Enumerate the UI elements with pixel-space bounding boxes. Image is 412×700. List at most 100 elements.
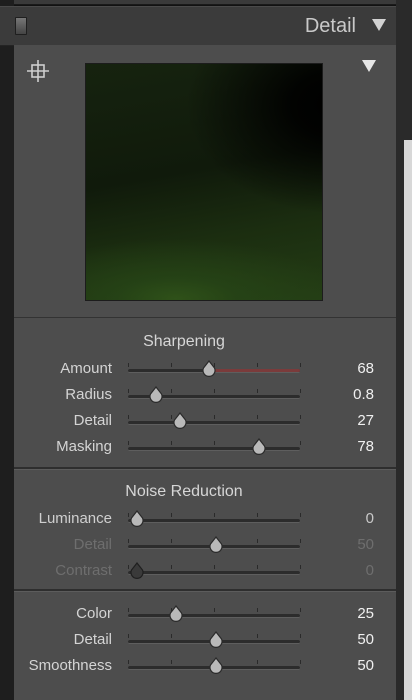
slider-tick: [257, 608, 258, 612]
preview-toggle-triangle-icon[interactable]: [362, 60, 376, 72]
slider-tick: [300, 565, 301, 569]
slider-tick: [257, 634, 258, 638]
slider-tick: [128, 415, 129, 419]
slider-label-masking: Masking: [56, 438, 112, 455]
slider-value-detail[interactable]: 50: [357, 536, 374, 553]
slider-tick: [300, 660, 301, 664]
slider-tick: [171, 539, 172, 543]
slider-tick: [128, 539, 129, 543]
slider-row-detail: Detail 27: [14, 409, 396, 433]
slider-tint: [208, 369, 300, 372]
right-scrollbar-track[interactable]: [396, 0, 412, 700]
slider-tick: [171, 389, 172, 393]
preview-section: [14, 45, 396, 318]
slider-value-smoothness[interactable]: 50: [357, 657, 374, 674]
slider-thumb-luminance[interactable]: [130, 510, 144, 527]
slider-tick: [171, 660, 172, 664]
slider-value-detail[interactable]: 50: [357, 631, 374, 648]
slider-track-contrast[interactable]: [128, 565, 301, 575]
slider-tick: [214, 415, 215, 419]
slider-tick: [300, 415, 301, 419]
slider-thumb-radius[interactable]: [148, 386, 163, 403]
section-divider: [14, 467, 396, 470]
slider-tick: [171, 513, 172, 517]
detail-preview-image[interactable]: [85, 63, 323, 301]
slider-tick: [171, 634, 172, 638]
slider-row-masking: Masking 78: [14, 435, 396, 459]
slider-tick: [128, 660, 129, 664]
slider-row-smoothness: Smoothness 50: [14, 654, 396, 678]
slider-row-luminance: Luminance 0: [14, 507, 396, 531]
slider-row-amount: Amount 68: [14, 357, 396, 381]
slider-tick: [171, 363, 172, 367]
slider-tick: [128, 634, 129, 638]
slider-thumb-amount[interactable]: [202, 360, 216, 377]
slider-tick: [171, 441, 172, 445]
detail-panel: Sharpening Amount 68 Radius 0.8 Detail 27 Mask…: [14, 45, 396, 700]
left-frame: [0, 0, 14, 700]
slider-tick: [214, 608, 215, 612]
slider-row-detail: Detail 50: [14, 533, 396, 557]
collapse-triangle-icon[interactable]: [372, 19, 386, 31]
slider-tick: [214, 441, 215, 445]
slider-label-smoothness: Smoothness: [28, 657, 112, 674]
slider-tick: [214, 513, 215, 517]
slider-label-detail: Detail: [73, 631, 112, 648]
slider-row-contrast: Contrast 0: [14, 559, 396, 583]
slider-value-contrast[interactable]: 0: [366, 562, 374, 579]
slider-thumb-smoothness[interactable]: [209, 657, 223, 674]
slider-tick: [300, 539, 301, 543]
slider-tick: [257, 363, 258, 367]
slider-thumb-color[interactable]: [169, 605, 183, 622]
slider-value-detail[interactable]: 27: [357, 412, 374, 429]
slider-tick: [257, 513, 258, 517]
slider-tick: [257, 415, 258, 419]
slider-tick: [214, 389, 215, 393]
slider-value-amount[interactable]: 68: [357, 360, 374, 377]
slider-track-detail[interactable]: [128, 415, 301, 425]
slider-value-color[interactable]: 25: [357, 605, 374, 622]
scrollbar-thumb[interactable]: [404, 140, 412, 700]
slider-row-color: Color 25: [14, 602, 396, 626]
slider-tick: [128, 389, 129, 393]
slider-row-detail: Detail 50: [14, 628, 396, 652]
slider-tick: [257, 660, 258, 664]
panel-title: Detail: [304, 15, 356, 37]
slider-thumb-contrast[interactable]: [130, 562, 144, 579]
slider-track-color[interactable]: [128, 608, 301, 618]
noise-reduction-title: Noise Reduction: [125, 483, 243, 500]
slider-tick: [300, 389, 301, 393]
top-panel-edge: [14, 0, 396, 5]
crosshair-target-icon[interactable]: [26, 59, 50, 83]
slider-value-masking[interactable]: 78: [357, 438, 374, 455]
sharpening-title: Sharpening: [143, 333, 225, 350]
slider-tick: [128, 608, 129, 612]
slider-value-radius[interactable]: 0.8: [353, 386, 374, 403]
slider-tick: [257, 389, 258, 393]
slider-tick: [171, 565, 172, 569]
detail-panel-header[interactable]: Detail: [0, 6, 396, 46]
slider-tick: [128, 363, 129, 367]
slider-tick: [300, 513, 301, 517]
slider-thumb-detail[interactable]: [209, 631, 223, 648]
slider-tick: [300, 608, 301, 612]
subsection-divider: [14, 589, 396, 592]
slider-tick: [214, 565, 215, 569]
slider-thumb-detail[interactable]: [173, 412, 187, 429]
slider-label-detail: Detail: [73, 412, 112, 429]
slider-label-radius: Radius: [65, 386, 112, 403]
slider-thumb-masking[interactable]: [252, 438, 266, 455]
slider-label-detail: Detail: [73, 536, 112, 553]
slider-track-masking[interactable]: [128, 441, 301, 451]
slider-label-amount: Amount: [60, 360, 112, 377]
slider-tick: [128, 441, 129, 445]
slider-thumb-detail[interactable]: [209, 536, 223, 553]
slider-value-luminance[interactable]: 0: [366, 510, 374, 527]
slider-label-color: Color: [76, 605, 112, 622]
slider-tick: [300, 634, 301, 638]
slider-tick: [257, 539, 258, 543]
slider-track-luminance[interactable]: [128, 513, 301, 523]
panel-toggle-icon[interactable]: [15, 17, 27, 35]
slider-label-contrast: Contrast: [55, 562, 112, 579]
slider-label-luminance: Luminance: [38, 510, 112, 527]
